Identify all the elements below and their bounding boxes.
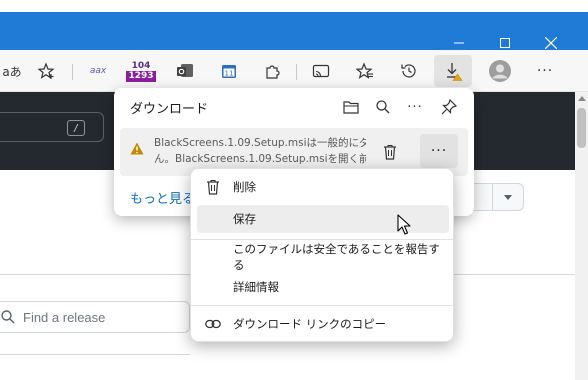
counter-badge-bottom: 1293	[126, 70, 156, 82]
find-release-input[interactable]: Find a release	[0, 301, 190, 333]
section-divider	[0, 354, 190, 355]
more-icon: ···	[407, 99, 423, 115]
menu-item-label: 詳細情報	[233, 280, 279, 294]
trash-icon	[205, 179, 221, 195]
more-icon: ···	[430, 143, 448, 159]
extension-counter-button[interactable]: 104 1293	[126, 55, 156, 87]
slash-shortcut-key: /	[67, 120, 85, 136]
menu-divider	[191, 239, 453, 240]
puzzle-icon	[266, 65, 280, 79]
read-aloud-label: aあ	[2, 64, 22, 79]
window-titlebar	[0, 0, 588, 50]
search-icon	[376, 100, 390, 114]
folder-icon	[343, 101, 359, 114]
link-icon	[205, 316, 221, 332]
downloads-title: ダウンロード	[130, 102, 209, 117]
cast-button[interactable]	[308, 55, 334, 87]
download-context-menu: 削除 保存 このファイルは安全であることを報告する 詳細情報 ダウンロード リン…	[190, 168, 454, 342]
scroll-up-arrow-icon[interactable]	[578, 96, 586, 101]
svg-text:11: 11	[225, 70, 234, 78]
page-dropdown-button[interactable]	[492, 183, 524, 211]
downloads-more-button[interactable]: ···	[402, 94, 428, 120]
warning-icon	[130, 142, 144, 155]
download-item-more-button[interactable]: ···	[420, 134, 458, 168]
read-aloud-button[interactable]: aあ	[0, 55, 24, 87]
menu-item-details[interactable]: 詳細情報	[197, 273, 449, 301]
settings-more-button[interactable]: ···	[530, 55, 560, 87]
menu-item-report-safe[interactable]: このファイルは安全であることを報告する	[197, 242, 449, 272]
download-icon	[447, 63, 463, 81]
avatar-icon	[489, 60, 511, 82]
history-button[interactable]	[396, 55, 422, 87]
menu-item-label: ダウンロード リンクのコピー	[233, 317, 387, 331]
menu-item-label: 保存	[233, 212, 256, 226]
calendar-extension-icon: 11	[222, 65, 236, 78]
pin-downloads-button[interactable]	[436, 94, 462, 120]
browser-toolbar: aあ aax 104 1293 11 ···	[0, 50, 588, 92]
extension-aax-button[interactable]: aax	[84, 55, 112, 87]
open-folder-button[interactable]	[338, 94, 364, 120]
minimize-icon	[454, 42, 464, 44]
page-scrollbar[interactable]	[575, 92, 588, 380]
scroll-thumb[interactable]	[577, 108, 586, 148]
extension-calendar-button[interactable]: 11	[216, 55, 242, 87]
counter-badge-top: 104	[131, 60, 151, 71]
mail-extension-icon	[177, 64, 193, 77]
search-downloads-button[interactable]	[370, 94, 396, 120]
find-release-placeholder: Find a release	[23, 309, 106, 325]
toolbar-divider	[296, 64, 297, 80]
download-item-line1: BlackScreens.1.09.Setup.msiは一般的にダ	[154, 137, 366, 149]
maximize-icon	[500, 38, 510, 48]
more-icon: ···	[536, 63, 554, 79]
extension-aax-label: aax	[89, 66, 107, 76]
toolbar-divider	[72, 64, 73, 80]
download-item-line2: ん。BlackScreens.1.09.Setup.msiを開く前	[154, 153, 366, 165]
menu-item-keep[interactable]: 保存	[197, 205, 449, 233]
downloads-button[interactable]	[434, 55, 472, 87]
delete-download-button[interactable]	[376, 138, 404, 166]
site-search-input[interactable]: /	[0, 112, 104, 142]
profile-button[interactable]	[484, 55, 516, 87]
favorite-add-button[interactable]	[32, 55, 62, 87]
see-more-link[interactable]: もっと見る	[130, 188, 195, 207]
download-item-text: BlackScreens.1.09.Setup.msiは一般的にダ ん。Blac…	[154, 135, 366, 167]
close-icon	[545, 37, 557, 49]
trash-icon	[384, 144, 396, 160]
search-icon	[1, 310, 15, 324]
menu-item-label: このファイルは安全であることを報告する	[233, 242, 440, 272]
favorites-button[interactable]	[352, 55, 378, 87]
history-icon	[401, 64, 416, 78]
favorites-icon	[356, 62, 373, 79]
mouse-cursor-icon	[397, 214, 411, 235]
menu-divider	[191, 305, 453, 306]
star-plus-icon	[38, 62, 55, 79]
caret-down-icon	[504, 194, 512, 200]
extension-outlook-button[interactable]	[172, 55, 198, 87]
menu-item-label: 削除	[233, 180, 256, 194]
menu-item-copy-link[interactable]: ダウンロード リンクのコピー	[197, 310, 449, 338]
pin-icon	[441, 99, 457, 115]
cast-icon	[312, 64, 330, 78]
menu-item-delete[interactable]: 削除	[197, 173, 449, 201]
extensions-button[interactable]	[260, 55, 286, 87]
